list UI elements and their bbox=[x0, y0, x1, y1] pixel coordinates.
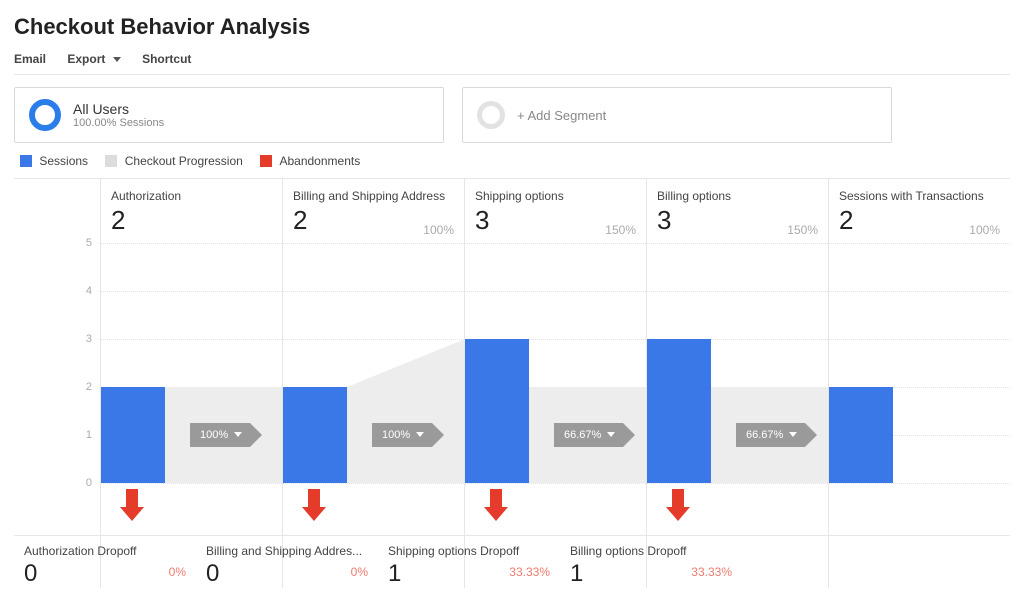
progression-pct: 100% bbox=[382, 429, 410, 441]
legend-swatch-sessions bbox=[20, 155, 32, 167]
progression-tag[interactable]: 100% bbox=[372, 423, 432, 447]
dropoff-name: Authorization Dropoff bbox=[24, 544, 186, 558]
sessions-bar[interactable] bbox=[465, 339, 529, 483]
sessions-bar[interactable] bbox=[283, 387, 347, 483]
export-label: Export bbox=[67, 52, 105, 66]
email-button[interactable]: Email bbox=[14, 52, 46, 66]
progression-pct: 66.67% bbox=[746, 429, 783, 441]
add-segment-label: + Add Segment bbox=[517, 108, 606, 123]
column-plot: 100% bbox=[101, 243, 282, 483]
sessions-bar[interactable] bbox=[101, 387, 165, 483]
segment-name: All Users bbox=[73, 101, 164, 117]
funnel-column[interactable]: Billing and Shipping Address2100%100% bbox=[282, 179, 464, 588]
abandon-arrow-icon bbox=[302, 489, 326, 525]
donut-icon bbox=[29, 99, 61, 131]
funnel-columns: Authorization2100%Billing and Shipping A… bbox=[100, 179, 1010, 588]
dropoff-pct: 33.33% bbox=[691, 565, 732, 579]
dropoff-cell[interactable]: Authorization Dropoff00% bbox=[14, 536, 196, 583]
column-plot: 66.67% bbox=[647, 243, 828, 483]
abandon-arrow-icon bbox=[666, 489, 690, 525]
dropoff-pct: 33.33% bbox=[509, 565, 550, 579]
dropoff-cell[interactable]: Billing and Shipping Addres...00% bbox=[196, 536, 378, 583]
legend-swatch-progression bbox=[105, 155, 117, 167]
legend-abandonments[interactable]: Abandonments bbox=[279, 154, 360, 168]
y-tick: 2 bbox=[14, 381, 100, 393]
y-tick: 1 bbox=[14, 429, 100, 441]
sessions-bar[interactable] bbox=[829, 387, 893, 483]
column-pct: 150% bbox=[787, 223, 818, 237]
progression-tag[interactable]: 66.67% bbox=[554, 423, 623, 447]
legend-sessions[interactable]: Sessions bbox=[39, 154, 88, 168]
dropoff-cell[interactable]: Shipping options Dropoff133.33% bbox=[378, 536, 560, 583]
y-tick: 0 bbox=[14, 477, 100, 489]
funnel-column[interactable]: Authorization 2 100% bbox=[100, 179, 282, 588]
legend: Sessions Checkout Progression Abandonmen… bbox=[20, 153, 1010, 168]
legend-swatch-abandonments bbox=[260, 155, 272, 167]
shortcut-button[interactable]: Shortcut bbox=[142, 52, 191, 66]
dropoff-value: 0 bbox=[206, 560, 368, 588]
column-pct: 150% bbox=[605, 223, 636, 237]
export-button[interactable]: Export bbox=[67, 52, 120, 66]
y-tick: 3 bbox=[14, 333, 100, 345]
abandon-arrow-icon bbox=[484, 489, 508, 525]
y-tick: 5 bbox=[14, 237, 100, 249]
chevron-down-icon bbox=[113, 57, 121, 62]
dropoff-pct: 0% bbox=[169, 565, 186, 579]
column-header: Billing options3150% bbox=[647, 179, 828, 243]
segment-row: All Users 100.00% Sessions + Add Segment bbox=[14, 87, 1010, 143]
legend-progression[interactable]: Checkout Progression bbox=[125, 154, 243, 168]
column-name: Authorization bbox=[111, 189, 272, 203]
add-segment-button[interactable]: + Add Segment bbox=[462, 87, 892, 143]
column-name: Shipping options bbox=[475, 189, 636, 203]
dropoff-name: Billing options Dropoff bbox=[570, 544, 732, 558]
funnel-column[interactable]: Billing options3150% 66.67% bbox=[646, 179, 828, 588]
column-plot: 100% bbox=[283, 243, 464, 483]
column-header: Billing and Shipping Address2100% bbox=[283, 179, 464, 243]
chevron-down-icon bbox=[234, 432, 242, 437]
funnel-chart: 012345 Authorization2100%Billing and Shi… bbox=[14, 178, 1010, 588]
dropoff-value: 0 bbox=[24, 560, 186, 588]
column-plot: 66.67% bbox=[465, 243, 646, 483]
y-tick: 4 bbox=[14, 285, 100, 297]
column-name: Sessions with Transactions bbox=[839, 189, 1000, 203]
chevron-down-icon bbox=[607, 432, 615, 437]
segment-all-users[interactable]: All Users 100.00% Sessions bbox=[14, 87, 444, 143]
column-header: Shipping options3150% bbox=[465, 179, 646, 243]
dropoff-row: Authorization Dropoff00%Billing and Ship… bbox=[14, 535, 1010, 583]
dropoff-name: Shipping options Dropoff bbox=[388, 544, 550, 558]
progression-pct: 100% bbox=[200, 429, 228, 441]
column-plot bbox=[829, 243, 1010, 483]
column-name: Billing options bbox=[657, 189, 818, 203]
funnel-column[interactable]: Sessions with Transactions2100% bbox=[828, 179, 1010, 588]
plus-circle-icon bbox=[477, 101, 505, 129]
sessions-bar[interactable] bbox=[647, 339, 711, 483]
column-header: Authorization 2 bbox=[101, 179, 282, 243]
segment-sub: 100.00% Sessions bbox=[73, 117, 164, 129]
column-name: Billing and Shipping Address bbox=[293, 189, 454, 203]
column-pct: 100% bbox=[969, 223, 1000, 237]
chevron-down-icon bbox=[789, 432, 797, 437]
funnel-column[interactable]: Shipping options3150% 66.67% bbox=[464, 179, 646, 588]
dropoff-cell[interactable]: Billing options Dropoff133.33% bbox=[560, 536, 742, 583]
progression-pct: 66.67% bbox=[564, 429, 601, 441]
dropoff-pct: 0% bbox=[351, 565, 368, 579]
toolbar: Email Export Shortcut bbox=[14, 52, 1010, 75]
progression-tag[interactable]: 100% bbox=[190, 423, 250, 447]
abandon-arrow-icon bbox=[120, 489, 144, 525]
y-axis: 012345 bbox=[14, 243, 100, 483]
progression-wedge bbox=[347, 339, 465, 387]
column-pct: 100% bbox=[423, 223, 454, 237]
chevron-down-icon bbox=[416, 432, 424, 437]
column-value: 2 bbox=[111, 205, 272, 236]
column-header: Sessions with Transactions2100% bbox=[829, 179, 1010, 243]
progression-tag[interactable]: 66.67% bbox=[736, 423, 805, 447]
page-title: Checkout Behavior Analysis bbox=[14, 14, 1010, 40]
dropoff-name: Billing and Shipping Addres... bbox=[206, 544, 368, 558]
